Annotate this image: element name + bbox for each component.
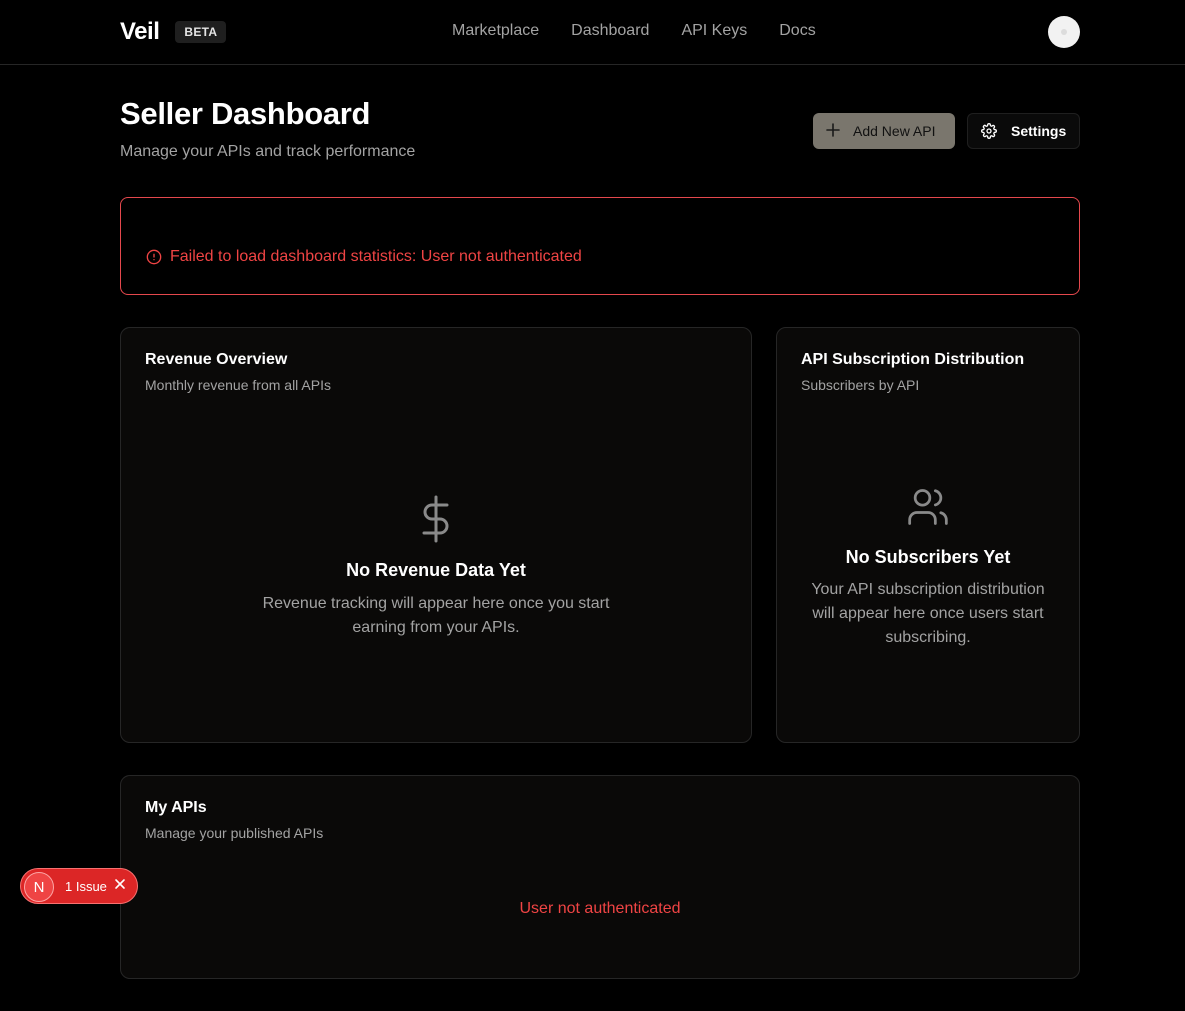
revenue-empty-state: No Revenue Data Yet Revenue tracking wil… [121,495,751,640]
page-subtitle: Manage your APIs and track performance [120,143,416,160]
nav-link-docs[interactable]: Docs [779,20,815,42]
card-title: API Subscription Distribution [801,351,1025,368]
empty-title: No Revenue Data Yet [346,560,526,580]
empty-text-line-1: Your API subscription distribution [811,581,1045,598]
empty-text-line-2: will appear here once users start [812,605,1044,622]
alert-circle-icon [146,249,162,265]
card-description: Manage your published APIs [145,825,324,841]
nav-link-marketplace[interactable]: Marketplace [452,20,539,42]
issue-indicator[interactable]: N 1 Issue [20,868,138,904]
users-icon [777,485,1079,529]
top-navbar: Veil BETA Marketplace Dashboard API Keys… [0,0,1185,65]
add-new-api-button[interactable]: Add New API [813,113,955,149]
error-message: Failed to load dashboard statistics: Use… [146,248,582,266]
card-title: My APIs [145,799,207,816]
revenue-overview-card: Revenue Overview Monthly revenue from al… [120,327,752,743]
dollar-icon [121,495,751,543]
card-description: Subscribers by API [801,377,920,393]
my-apis-card: My APIs Manage your published APIs User … [120,775,1080,979]
gear-icon [981,123,997,139]
settings-label: Settings [1011,123,1067,139]
card-description: Monthly revenue from all APIs [145,377,331,393]
error-banner: Failed to load dashboard statistics: Use… [120,197,1080,295]
empty-text-line-2: earning from your APIs. [352,619,520,636]
user-avatar[interactable] [1048,16,1080,48]
page-title: Seller Dashboard [120,96,371,131]
empty-text-line-1: Revenue tracking will appear here once y… [262,595,610,612]
nextjs-logo-icon[interactable]: N [24,872,54,902]
main-nav: Marketplace Dashboard API Keys Docs [452,20,816,42]
error-text: Failed to load dashboard statistics: Use… [170,248,582,265]
card-title: Revenue Overview [145,351,288,368]
nav-link-api-keys[interactable]: API Keys [681,20,747,42]
auth-error-message: User not authenticated [519,900,681,917]
settings-button[interactable]: Settings [967,113,1080,149]
beta-badge: BETA [175,21,227,43]
empty-text-line-3: subscribing. [885,629,971,646]
subscription-distribution-card: API Subscription Distribution Subscriber… [776,327,1080,743]
subscribers-empty-state: No Subscribers Yet Your API subscription… [777,485,1079,650]
brand-logo[interactable]: Veil [120,18,160,46]
plus-icon [825,121,841,141]
nav-link-dashboard[interactable]: Dashboard [571,20,649,42]
close-icon[interactable] [114,877,126,895]
empty-title: No Subscribers Yet [845,547,1011,567]
brand[interactable]: Veil BETA [120,16,227,48]
issue-count[interactable]: 1 Issue [65,879,107,894]
add-new-api-label: Add New API [853,123,936,139]
